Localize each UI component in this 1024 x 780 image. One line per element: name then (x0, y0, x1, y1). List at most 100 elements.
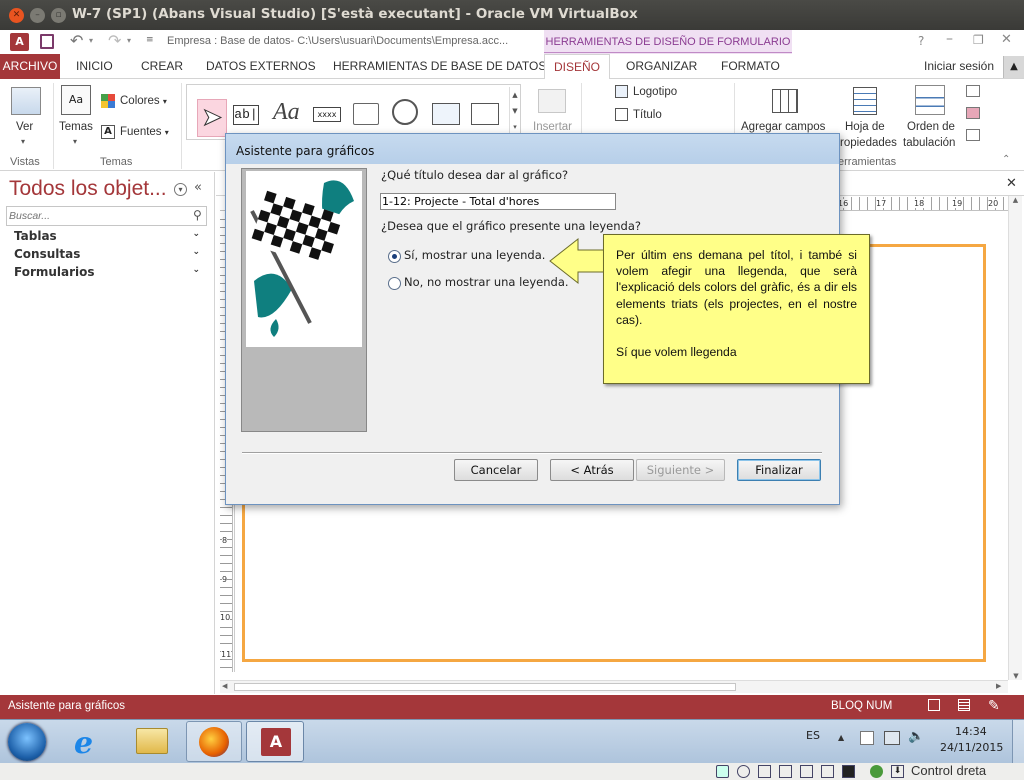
explorer-icon[interactable] (136, 728, 168, 754)
audio-icon[interactable] (758, 765, 771, 778)
optical-drive-icon[interactable] (737, 765, 750, 778)
close-document-icon[interactable]: ✕ (1006, 176, 1017, 191)
logo-icon (615, 85, 628, 98)
logo-button[interactable]: Logotipo (633, 86, 677, 98)
scroll-down-icon[interactable]: ▼ (1009, 672, 1023, 680)
save-icon[interactable] (40, 34, 54, 49)
minimize-icon[interactable]: – (30, 8, 45, 23)
search-icon[interactable]: ⚲ (193, 208, 202, 222)
scroll-up-icon[interactable]: ▲ (1009, 196, 1022, 204)
back-button[interactable]: < Atrás (550, 459, 634, 481)
add-fields-button[interactable]: Agregar campos (741, 121, 825, 133)
taskbar-item-access[interactable]: A (246, 721, 304, 762)
display-icon[interactable] (842, 765, 855, 778)
legend-yes-label[interactable]: Sí, mostrar una leyenda. (404, 248, 545, 262)
vertical-scrollbar[interactable]: ▲ ▼ (1008, 196, 1022, 680)
tab-control-icon[interactable] (353, 103, 379, 125)
action-center-icon[interactable] (860, 731, 874, 745)
button-control-icon[interactable]: xxxx (313, 107, 341, 122)
nav-title[interactable]: Todos los objet... (9, 177, 167, 201)
subform-icon[interactable] (966, 85, 980, 97)
tab-crear[interactable]: CREAR (141, 54, 183, 79)
view-button[interactable]: Ver (16, 121, 33, 133)
form-view-icon[interactable] (928, 699, 940, 711)
legend-no-radio[interactable] (388, 277, 401, 290)
cancel-button[interactable]: Cancelar (454, 459, 538, 481)
status-text: Asistente para gráficos (8, 700, 125, 712)
scroll-left-icon[interactable]: ◀ (222, 682, 227, 690)
signin-link[interactable]: Iniciar sesión (924, 54, 994, 79)
close-icon[interactable]: ✕ (1001, 32, 1012, 47)
language-indicator[interactable]: ES (806, 729, 820, 742)
tab-archivo[interactable]: ARCHIVO (0, 54, 60, 79)
nav-group-formularios[interactable]: Formularios ⌄ (14, 265, 204, 279)
next-button[interactable]: Siguiente > (636, 459, 725, 481)
collapse-ribbon-icon[interactable]: ⌃ (1002, 154, 1010, 165)
undo-icon[interactable]: ↶ (70, 31, 83, 50)
clock-date[interactable]: 24/11/2015 (940, 741, 1003, 754)
colors-button[interactable]: Colores ▾ (120, 95, 167, 107)
layout-view-icon[interactable] (958, 699, 970, 711)
redo-icon[interactable]: ↷ (108, 31, 121, 50)
clock-time[interactable]: 14:34 (955, 725, 987, 738)
scroll-right-icon[interactable]: ▶ (996, 682, 1001, 690)
textbox-control-icon[interactable]: ab| (233, 105, 259, 125)
tab-formato[interactable]: FORMATO (721, 54, 780, 79)
legend-yes-radio[interactable] (388, 250, 401, 263)
tab-herramientas-bd[interactable]: HERRAMIENTAS DE BASE DE DATOS (333, 54, 546, 79)
keyboard-icon[interactable]: ⬇ (891, 765, 904, 778)
chart-title-input[interactable] (380, 193, 616, 210)
nav-group-consultas[interactable]: Consultas ⌄ (14, 247, 204, 261)
customize-qat-icon[interactable]: ≡ (146, 35, 154, 45)
show-hidden-icons[interactable]: ▲ (838, 733, 844, 742)
internet-explorer-icon[interactable]: e (74, 726, 93, 761)
mouse-integration-icon[interactable] (870, 765, 883, 778)
horizontal-scrollbar[interactable]: ◀ ▶ (220, 680, 1008, 693)
taskbar-item-firefox[interactable] (186, 721, 242, 762)
scroll-thumb[interactable] (234, 683, 736, 691)
title-button[interactable]: Título (633, 109, 662, 121)
volume-icon[interactable]: 🔈 (908, 729, 924, 744)
tab-diseno[interactable]: DISEÑO (544, 54, 610, 80)
nav-menu-icon[interactable]: ▾ (174, 183, 187, 196)
tab-organizar[interactable]: ORGANIZAR (626, 54, 697, 79)
start-button[interactable] (8, 723, 46, 761)
redo-dropdown-icon[interactable]: ▾ (127, 36, 131, 45)
finish-button[interactable]: Finalizar (737, 459, 821, 481)
hyperlink-icon[interactable] (392, 99, 418, 125)
convert-macros-icon[interactable] (966, 129, 980, 141)
tab-inicio[interactable]: INICIO (76, 54, 113, 79)
design-view-icon[interactable]: ✎ (988, 697, 1000, 714)
hdd-icon[interactable] (716, 765, 729, 778)
nav-group-tablas[interactable]: Tablas ⌄ (14, 229, 204, 243)
label-control-icon[interactable]: Aa (273, 99, 300, 126)
user-avatar[interactable]: ▲ (1003, 56, 1024, 78)
minimize-icon[interactable]: – (946, 31, 953, 47)
navigation-control-icon[interactable] (471, 103, 499, 125)
network-adapter-icon[interactable] (779, 765, 792, 778)
usb-icon[interactable] (800, 765, 813, 778)
fonts-button[interactable]: Fuentes ▾ (120, 126, 169, 138)
search-input[interactable] (9, 208, 189, 224)
restore-icon[interactable]: ❐ (973, 33, 984, 47)
gallery-scroll[interactable]: ▲ ▼ ▾ (509, 87, 520, 139)
web-browser-icon[interactable] (432, 103, 460, 125)
select-pointer-icon[interactable]: ➤ (197, 99, 227, 137)
maximize-icon[interactable]: ▫ (51, 8, 66, 23)
shared-folders-icon[interactable] (821, 765, 834, 778)
insert-image-button[interactable]: Insertar (533, 121, 572, 133)
close-icon[interactable]: ✕ (9, 8, 24, 23)
legend-no-label[interactable]: No, no mostrar una leyenda. (404, 275, 569, 289)
help-icon[interactable]: ? (918, 34, 924, 48)
network-icon[interactable] (884, 731, 900, 745)
property-sheet-button[interactable]: Hoja de (845, 121, 885, 133)
view-code-icon[interactable] (966, 107, 980, 119)
tab-datos-externos[interactable]: DATOS EXTERNOS (206, 54, 316, 79)
group-separator (53, 83, 54, 169)
access-app-icon[interactable]: A (10, 33, 29, 51)
shutter-bar-icon[interactable]: « (194, 180, 202, 195)
tab-order-button[interactable]: Orden de (907, 121, 955, 133)
themes-button[interactable]: Temas (59, 121, 93, 133)
show-desktop-button[interactable] (1012, 720, 1024, 763)
undo-dropdown-icon[interactable]: ▾ (89, 36, 93, 45)
